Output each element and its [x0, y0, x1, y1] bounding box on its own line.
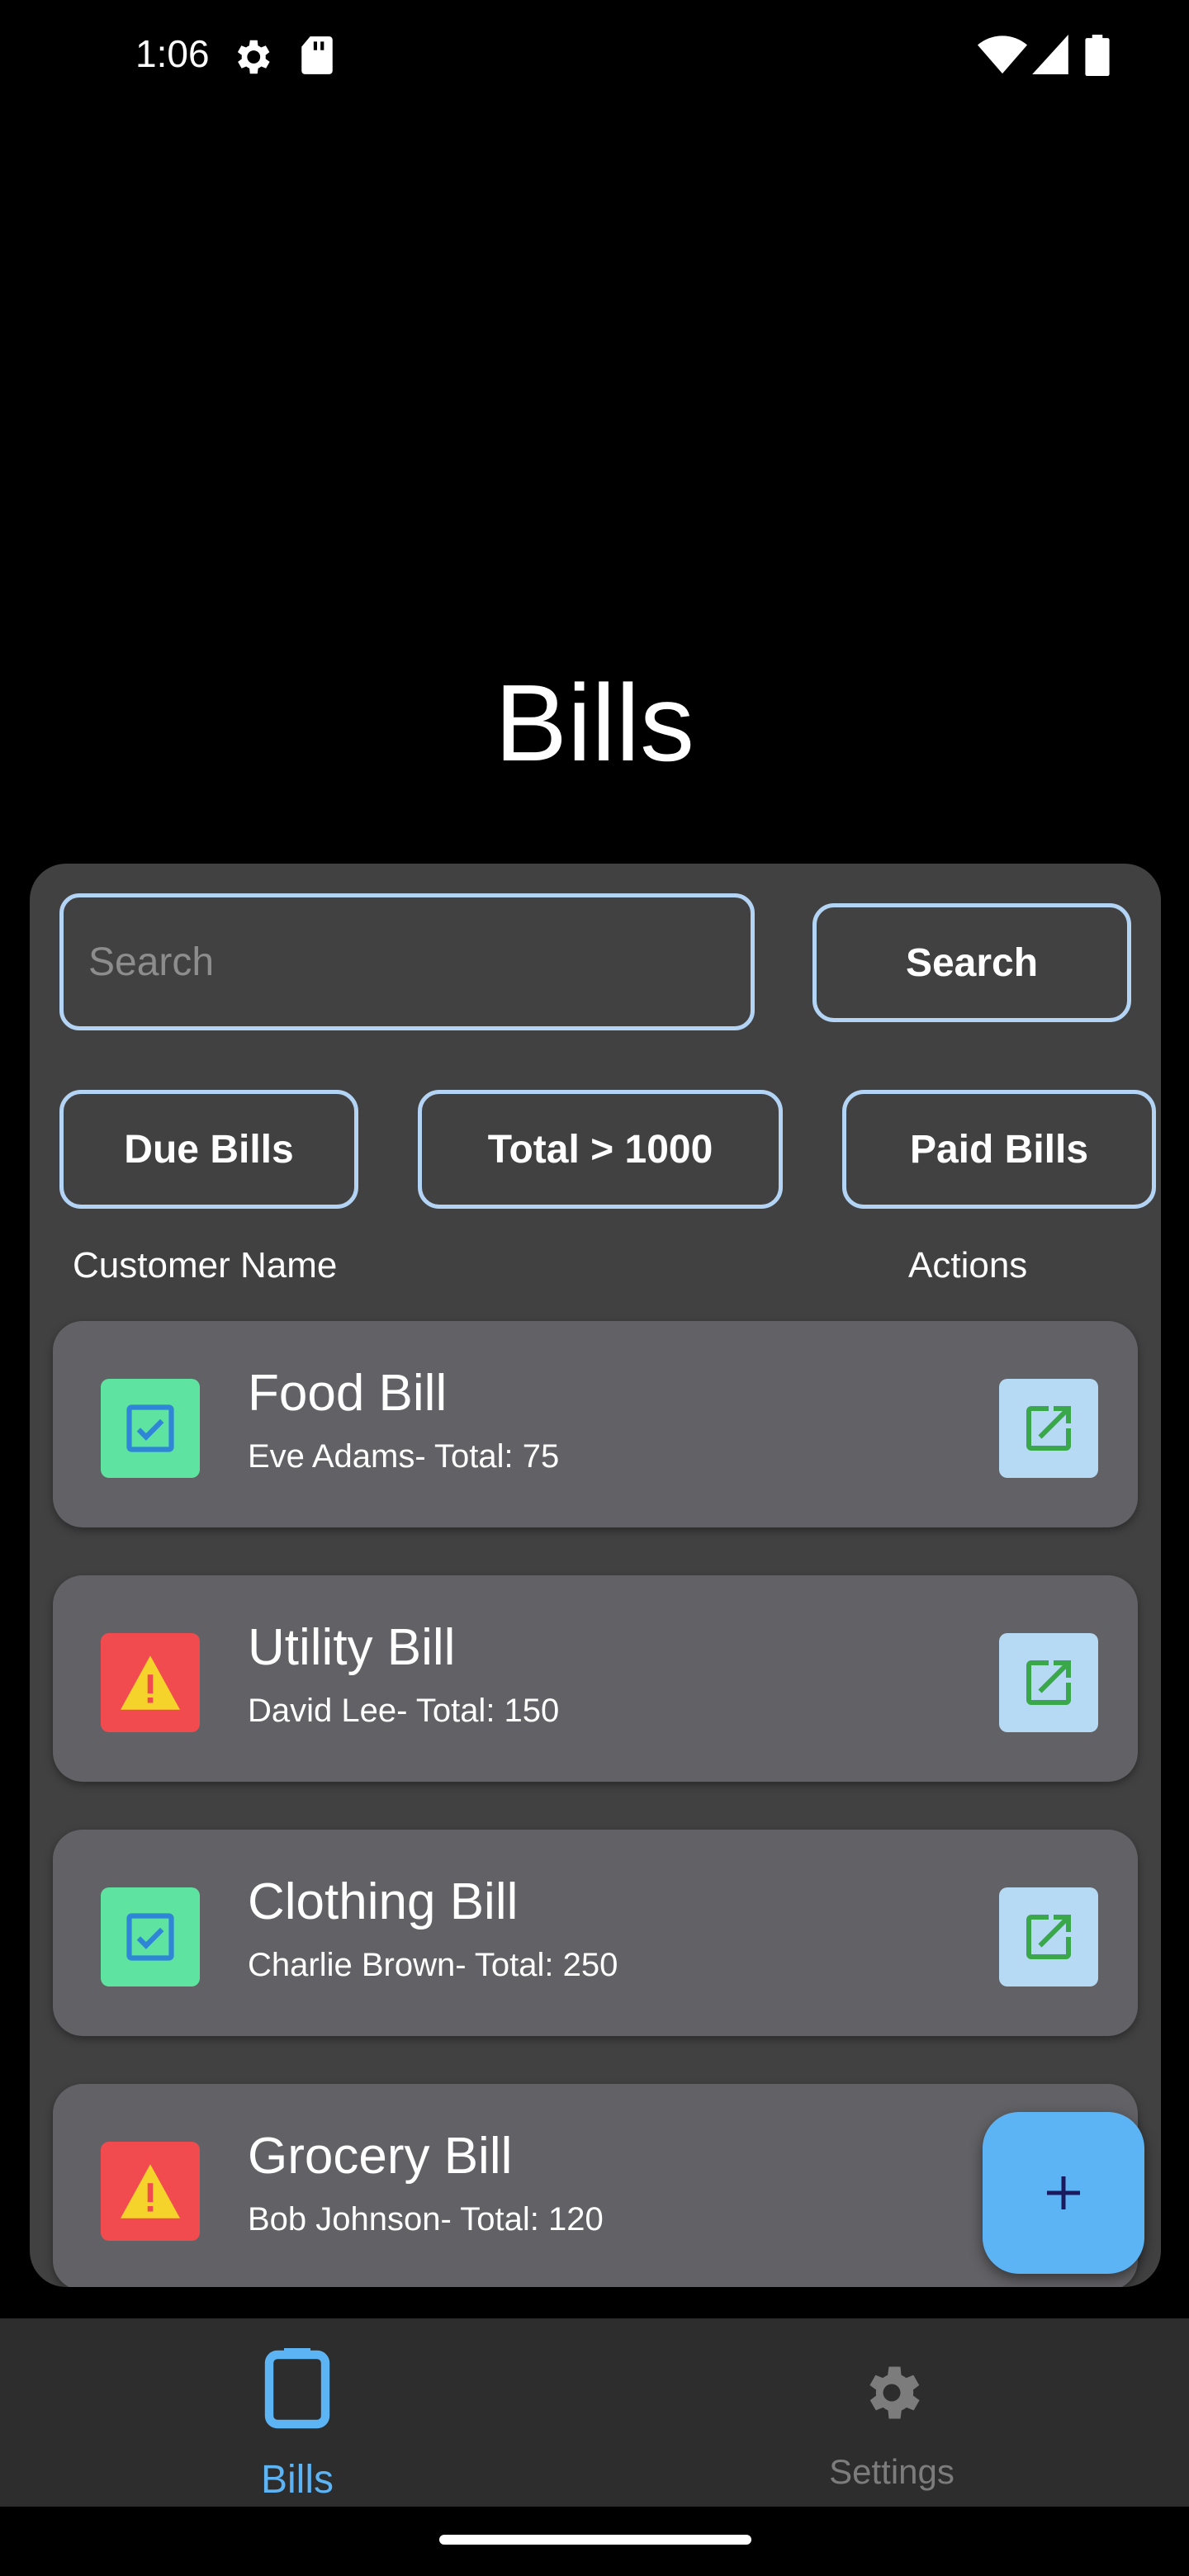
open-in-new-icon [1026, 1660, 1071, 1705]
paid-status-badge [101, 1887, 200, 1986]
sd-card-icon [299, 35, 335, 80]
paid-status-badge [101, 1379, 200, 1478]
clipboard-icon [264, 2348, 330, 2429]
bill-title: Utility Bill [248, 1619, 456, 1676]
bill-card[interactable]: Grocery Bill Bob Johnson- Total: 120 [53, 2084, 1138, 2287]
status-bar: 1:06 [0, 0, 1189, 116]
filter-due-bills-button[interactable]: Due Bills [59, 1090, 358, 1209]
wifi-icon [978, 35, 1027, 78]
open-bill-button[interactable] [999, 1379, 1098, 1478]
bill-subtitle: David Lee- Total: 150 [248, 1693, 560, 1729]
bottom-navigation: Bills Settings [0, 2318, 1189, 2507]
nav-item-settings[interactable]: Settings [594, 2318, 1189, 2507]
column-header-customer-name: Customer Name [73, 1245, 338, 1286]
bill-title: Clothing Bill [248, 1873, 519, 1930]
bills-panel: Search Due Bills Total > 1000 Paid Bills… [30, 864, 1161, 2287]
nav-label-settings: Settings [829, 2452, 955, 2491]
search-field[interactable] [59, 893, 755, 1030]
nav-item-bills[interactable]: Bills [0, 2318, 594, 2507]
gesture-navigation-bar[interactable] [439, 2535, 751, 2545]
open-bill-button[interactable] [999, 1633, 1098, 1732]
warning-icon [121, 2164, 180, 2218]
filter-paid-bills-button[interactable]: Paid Bills [842, 1090, 1156, 1209]
bill-title: Food Bill [248, 1365, 448, 1422]
due-status-badge [101, 1633, 200, 1732]
plus-icon [1047, 2176, 1080, 2209]
signal-icon [1032, 35, 1068, 78]
column-header-actions: Actions [908, 1245, 1028, 1286]
search-input[interactable] [64, 897, 751, 1026]
status-time: 1:06 [135, 32, 210, 75]
checkbox-icon [126, 1913, 174, 1961]
search-button[interactable]: Search [812, 903, 1131, 1022]
bill-title: Grocery Bill [248, 2128, 513, 2185]
gear-icon [869, 2366, 920, 2419]
open-bill-button[interactable] [999, 1887, 1098, 1986]
page-title: Bills [494, 662, 695, 784]
bill-card[interactable]: Food Bill Eve Adams- Total: 75 [53, 1321, 1138, 1527]
bill-card[interactable]: Clothing Bill Charlie Brown- Total: 250 [53, 1830, 1138, 2036]
bill-subtitle: Eve Adams- Total: 75 [248, 1438, 560, 1475]
battery-icon [1085, 35, 1110, 80]
bill-card[interactable]: Utility Bill David Lee- Total: 150 [53, 1575, 1138, 1782]
open-in-new-icon [1026, 1915, 1071, 1959]
settings-gear-icon [230, 35, 274, 83]
bill-subtitle: Charlie Brown- Total: 250 [248, 1947, 618, 1983]
nav-label-bills: Bills [260, 2458, 334, 2502]
bill-subtitle: Bob Johnson- Total: 120 [248, 2201, 604, 2237]
checkbox-icon [126, 1404, 174, 1452]
warning-icon [121, 1655, 180, 1710]
filter-total-over-1000-button[interactable]: Total > 1000 [418, 1090, 783, 1209]
add-bill-button[interactable] [983, 2112, 1144, 2274]
due-status-badge [101, 2142, 200, 2241]
open-in-new-icon [1026, 1406, 1071, 1451]
